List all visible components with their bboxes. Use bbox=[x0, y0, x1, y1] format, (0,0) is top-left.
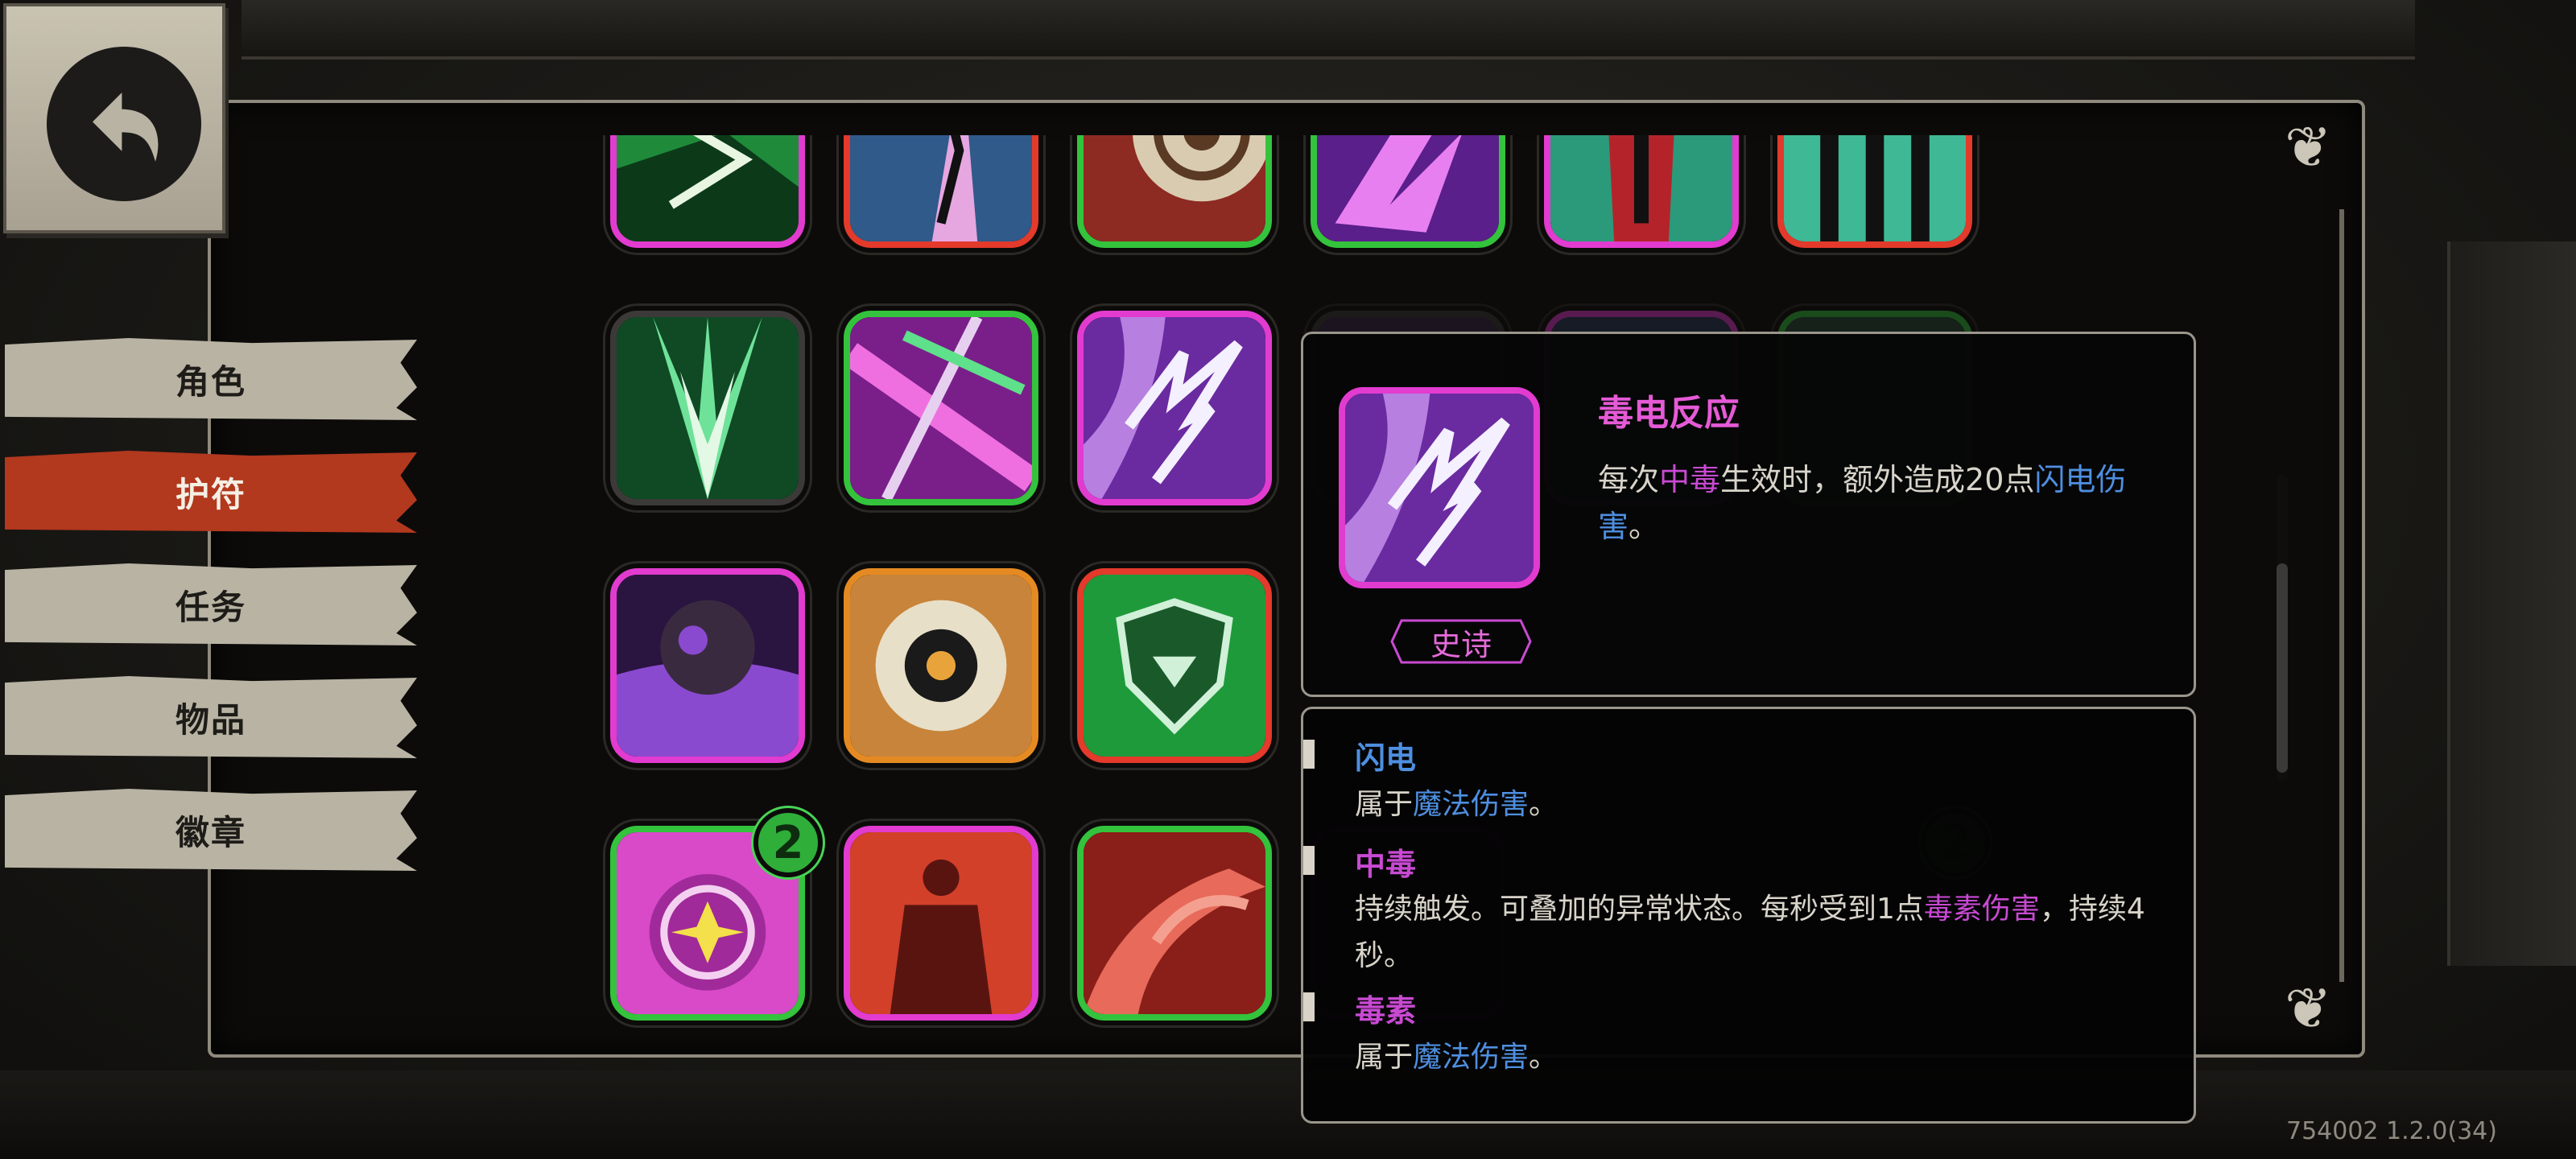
charm-tile-purple-claw[interactable] bbox=[1311, 135, 1505, 248]
nav-tab-label: 护符 bbox=[175, 474, 246, 514]
charm-detail-popup: 毒电反应 每次中毒生效时，额外造成20点闪电伤害。 史诗 bbox=[1301, 332, 2196, 697]
desc-keyword-poison[interactable]: 中毒 bbox=[1659, 462, 1720, 497]
panel-scroll-rail bbox=[2339, 209, 2344, 982]
glossary-term-toxin: 毒素 bbox=[1355, 993, 1417, 1029]
charm-tile-spiral[interactable] bbox=[1077, 135, 1272, 248]
glossary-marker bbox=[1303, 740, 1315, 769]
glossary-term-lightning: 闪电 bbox=[1355, 740, 1417, 776]
charm-detail-title: 毒电反应 bbox=[1598, 393, 1740, 434]
charm-tile-green-shield[interactable] bbox=[1077, 568, 1272, 763]
back-arrow-icon bbox=[47, 47, 201, 201]
glossary-keyword-toxin-damage[interactable]: 毒素伤害 bbox=[1924, 893, 2040, 926]
charm-tile-cracked-stone[interactable] bbox=[844, 135, 1038, 248]
charm-tile-poison-lightning[interactable] bbox=[1077, 311, 1272, 505]
charm-tile-gear-eye[interactable] bbox=[844, 568, 1038, 763]
charm-count-badge: 2 bbox=[753, 808, 823, 877]
desc-text: 生效时，额外造成20点 bbox=[1720, 462, 2035, 497]
charm-tile-red-totem[interactable] bbox=[1544, 135, 1739, 248]
rarity-badge: 史诗 bbox=[1389, 617, 1534, 666]
charm-tile-purple-blob[interactable] bbox=[610, 568, 805, 763]
glossary-text: 。 bbox=[1529, 788, 1558, 821]
right-frame-decoration bbox=[2447, 241, 2576, 966]
nav-tab-label: 徽章 bbox=[175, 812, 246, 852]
glossary-keyword-magic-damage[interactable]: 魔法伤害 bbox=[1413, 788, 1529, 821]
charm-tile-teal-gate[interactable] bbox=[1777, 135, 1972, 248]
glossary-text-toxin: 属于魔法伤害。 bbox=[1355, 1034, 2160, 1081]
top-frame bbox=[242, 0, 2415, 60]
charm-detail-icon bbox=[1339, 387, 1540, 588]
charm-tile-red-figure[interactable] bbox=[844, 826, 1038, 1021]
glossary-text-poison: 持续触发。可叠加的异常状态。每秒受到1点毒素伤害，持续4秒。 bbox=[1355, 886, 2160, 980]
glossary-text: 属于 bbox=[1355, 1041, 1414, 1074]
charm-tile-green-rift[interactable] bbox=[610, 135, 805, 248]
glossary-text: 。 bbox=[1529, 1041, 1558, 1074]
nav-tab-label: 物品 bbox=[175, 699, 246, 740]
desc-text: 每次 bbox=[1598, 462, 1660, 497]
glossary-term-poison: 中毒 bbox=[1355, 847, 1417, 882]
desc-text: 。 bbox=[1629, 509, 1660, 544]
glossary-text: 持续触发。可叠加的异常状态。每秒受到1点 bbox=[1355, 893, 1924, 926]
version-label: 754002 1.2.0(34) bbox=[2286, 1117, 2497, 1145]
charm-tile-red-tentacle[interactable] bbox=[1077, 826, 1272, 1021]
glossary-text: 属于 bbox=[1355, 788, 1414, 821]
glossary-marker bbox=[1303, 992, 1315, 1021]
glossary-text-lightning: 属于魔法伤害。 bbox=[1355, 782, 2160, 828]
glossary-keyword-magic-damage[interactable]: 魔法伤害 bbox=[1413, 1041, 1529, 1074]
nav-tab-label: 角色 bbox=[175, 361, 246, 402]
charm-detail-description: 每次中毒生效时，额外造成20点闪电伤害。 bbox=[1598, 456, 2161, 550]
glossary-marker bbox=[1303, 846, 1315, 875]
back-button[interactable] bbox=[3, 3, 225, 233]
rarity-label: 史诗 bbox=[1430, 626, 1492, 662]
charm-tile-green-burst[interactable] bbox=[610, 311, 805, 505]
nav-tab-label: 任务 bbox=[175, 587, 246, 627]
charm-tile-pink-slash[interactable] bbox=[844, 311, 1038, 505]
keyword-glossary: 闪电 属于魔法伤害。 中毒 持续触发。可叠加的异常状态。每秒受到1点毒素伤害，持… bbox=[1301, 707, 2196, 1124]
